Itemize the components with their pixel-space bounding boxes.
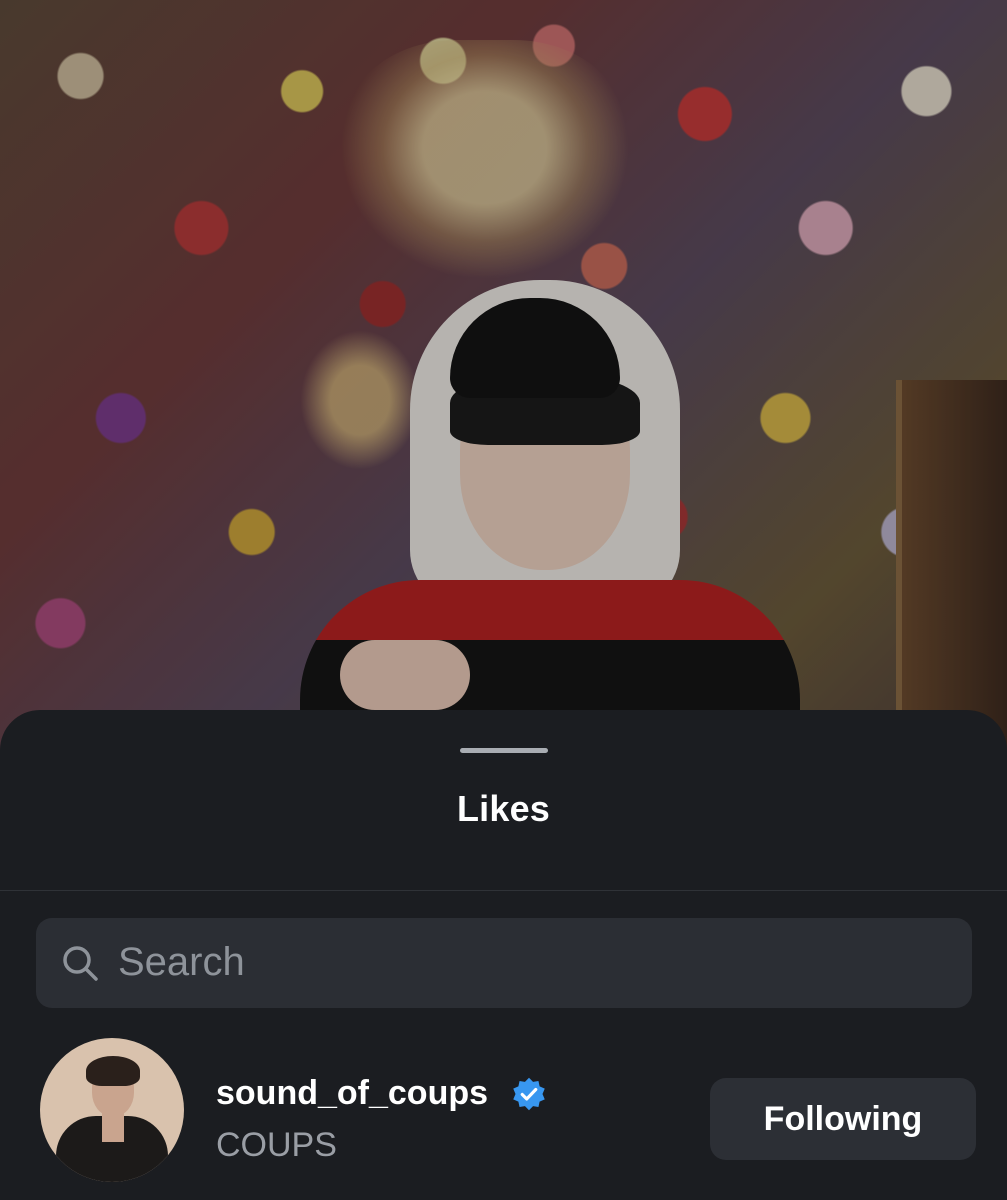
search-input[interactable]: Search — [36, 918, 972, 1008]
full-name: COUPS — [216, 1126, 337, 1164]
sheet-title: Likes — [456, 788, 551, 829]
sheet-drag-handle[interactable] — [460, 748, 548, 753]
avatar-neck-shape — [102, 1112, 124, 1142]
screen: Likes Search sound_of_coups COUPS Follow — [0, 0, 1007, 1200]
search-placeholder: Search — [118, 940, 245, 984]
verified-badge-icon — [513, 1077, 545, 1111]
photo-dim-overlay[interactable] — [0, 0, 1007, 760]
username[interactable]: sound_of_coups — [216, 1074, 488, 1113]
list-item[interactable]: sound_of_coups COUPS Following — [0, 1030, 1007, 1182]
search-icon — [63, 946, 98, 981]
divider — [0, 890, 1007, 891]
avatar[interactable] — [40, 1038, 184, 1182]
avatar-hair-shape — [86, 1056, 140, 1086]
likes-sheet: Likes Search sound_of_coups COUPS Follow — [0, 710, 1007, 1200]
following-button[interactable]: Following — [710, 1078, 976, 1160]
